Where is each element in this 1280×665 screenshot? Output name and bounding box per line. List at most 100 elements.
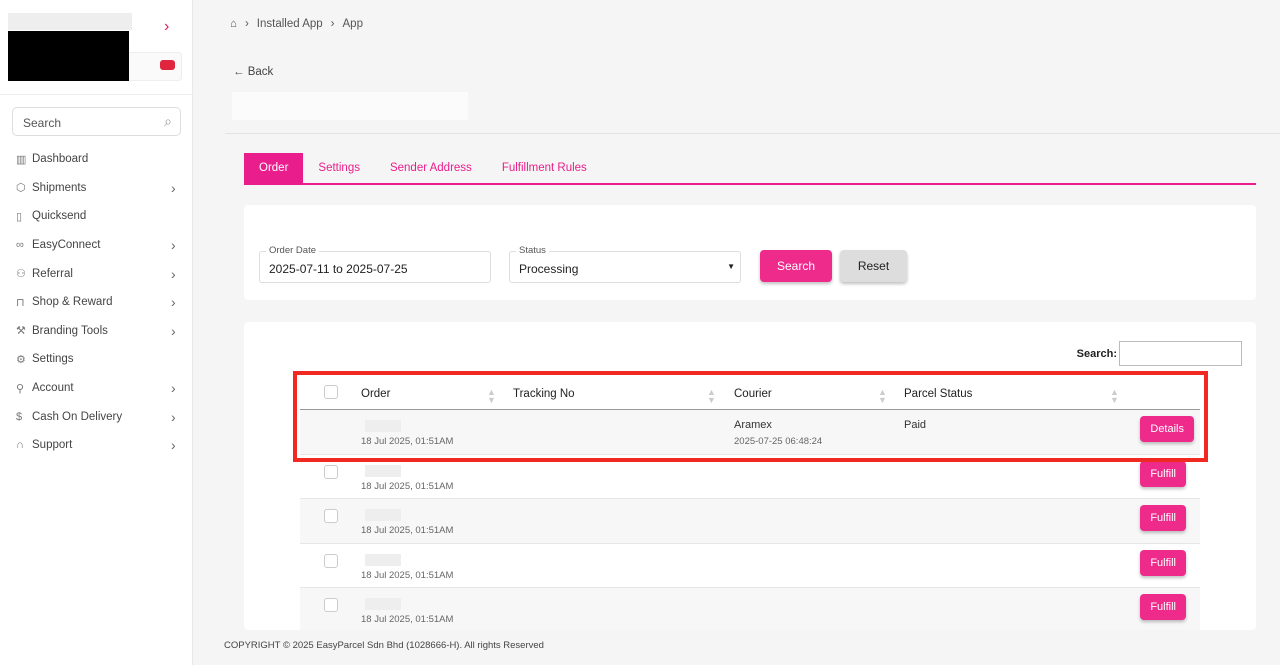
- footer: COPYRIGHT © 2025 EasyParcel Sdn Bhd (102…: [224, 640, 544, 651]
- sidebar-item-label: Shipments: [32, 181, 87, 194]
- quicksend-icon: ▯: [16, 210, 23, 223]
- orders-card: Search: Order ▲ ▼ Tracking No ▲ ▼ Courier ▲ ▼ …: [244, 322, 1256, 630]
- sidebar-item-label: Settings: [32, 353, 74, 366]
- fulfill-button[interactable]: Fulfill: [1140, 594, 1186, 620]
- chevron-right-icon[interactable]: ›: [171, 266, 193, 282]
- tabs: Order Settings Sender Address Fulfillmen…: [244, 153, 1256, 185]
- status-value: Processing: [519, 262, 579, 276]
- home-icon[interactable]: ⌂: [230, 18, 237, 30]
- chevron-right-icon[interactable]: ›: [171, 437, 193, 453]
- search-placeholder: Search: [23, 116, 62, 130]
- order-date-label: Order Date: [266, 245, 319, 256]
- fulfill-button[interactable]: Fulfill: [1140, 549, 1186, 576]
- row-checkbox[interactable]: [324, 598, 338, 612]
- breadcrumb-installed-app[interactable]: Installed App: [257, 18, 323, 30]
- app-header-placeholder: [232, 92, 468, 120]
- chevron-right-icon[interactable]: ›: [171, 323, 193, 339]
- sidebar-item-shop-reward[interactable]: ⊓ Shop & Reward ›: [0, 288, 193, 317]
- chevron-icon: ›: [330, 18, 335, 30]
- row-checkbox[interactable]: [324, 553, 338, 568]
- breadcrumb: ⌂ › Installed App › App: [230, 18, 371, 30]
- order-number-redacted: [365, 553, 401, 566]
- order-number-redacted: [365, 598, 401, 610]
- headset-icon: ∩: [16, 439, 24, 452]
- order-number-redacted: [365, 464, 401, 477]
- chevron-right-icon[interactable]: ›: [171, 294, 193, 310]
- sidebar-item-label: Cash On Delivery: [32, 410, 123, 423]
- order-date: 18 Jul 2025, 01:51AM: [361, 569, 454, 581]
- redacted-block: [8, 31, 129, 81]
- sidebar-item-quicksend[interactable]: ▯ Quicksend: [0, 202, 193, 231]
- sidebar: › Search ⌕ ▥ Dashboard ⬡ Shipments › ▯ Quicksen…: [0, 0, 193, 665]
- sidebar-search-input[interactable]: Search ⌕: [12, 107, 181, 136]
- sidebar-item-referral[interactable]: ⚇ Referral ›: [0, 259, 193, 288]
- tab-sender-address[interactable]: Sender Address: [375, 153, 487, 183]
- table-search: Search:: [1077, 341, 1242, 366]
- sidebar-item-dashboard[interactable]: ▥ Dashboard: [0, 145, 193, 174]
- table-row: 18 Jul 2025, 01:51AM Fulfill: [300, 499, 1200, 544]
- reset-button[interactable]: Reset: [840, 250, 907, 282]
- caret-down-icon: ▼: [727, 262, 735, 271]
- gear-icon: ⚙: [16, 353, 26, 366]
- divider: [0, 94, 193, 95]
- search-button[interactable]: Search: [760, 250, 832, 282]
- sidebar-item-support[interactable]: ∩ Support ›: [0, 431, 193, 460]
- sidebar-item-label: EasyConnect: [32, 239, 101, 252]
- arrow-left-icon: ←: [233, 66, 245, 78]
- user-plus-icon: ⚇: [16, 268, 26, 281]
- sidebar-item-branding-tools[interactable]: ⚒ Branding Tools ›: [0, 317, 193, 346]
- row-checkbox[interactable]: [324, 464, 338, 479]
- chevron-icon: ›: [244, 18, 249, 30]
- sidebar-item-label: Support: [32, 439, 73, 452]
- back-label: Back: [247, 66, 274, 78]
- order-date: 18 Jul 2025, 01:51AM: [361, 480, 454, 492]
- sidebar-nav: ▥ Dashboard ⬡ Shipments › ▯ Quicksend ∞ EasyConn…: [0, 145, 193, 460]
- chart-icon: ▥: [16, 153, 27, 166]
- account-name-redacted: [8, 13, 132, 30]
- back-link[interactable]: ← Back: [233, 66, 273, 78]
- divider: [225, 133, 1280, 134]
- breadcrumb-app: App: [342, 18, 363, 30]
- link-icon: ∞: [16, 239, 24, 252]
- chevron-right-icon[interactable]: ›: [164, 18, 169, 36]
- dollar-icon: $: [16, 410, 23, 423]
- tab-order[interactable]: Order: [244, 153, 304, 183]
- sidebar-item-label: Shop & Reward: [32, 296, 113, 309]
- wrench-icon: ⚒: [16, 325, 26, 338]
- chevron-right-icon[interactable]: ›: [171, 180, 193, 196]
- table-row: 18 Jul 2025, 01:51AM Fulfill: [300, 544, 1200, 588]
- order-number-redacted: [365, 509, 401, 521]
- sidebar-item-cash-on-delivery[interactable]: $ Cash On Delivery ›: [0, 402, 193, 431]
- table-search-input[interactable]: [1119, 341, 1242, 366]
- sidebar-item-label: Dashboard: [32, 153, 89, 166]
- filter-card: Order Date 2025-07-11 to 2025-07-25 Statu…: [244, 205, 1256, 300]
- sidebar-item-label: Referral: [32, 267, 73, 280]
- chevron-right-icon[interactable]: ›: [171, 237, 193, 253]
- fulfill-button[interactable]: Fulfill: [1140, 505, 1186, 531]
- chevron-right-icon[interactable]: ›: [171, 380, 193, 396]
- sidebar-item-account[interactable]: ⚲ Account ›: [0, 374, 193, 403]
- row-checkbox[interactable]: [324, 509, 338, 523]
- highlight-box: [293, 371, 1208, 462]
- user-icon: ⚲: [16, 382, 25, 395]
- table-row: 18 Jul 2025, 01:51AM Fulfill: [300, 588, 1200, 630]
- box-icon: ⬡: [16, 182, 26, 195]
- sidebar-item-easyconnect[interactable]: ∞ EasyConnect ›: [0, 231, 193, 260]
- order-date: 18 Jul 2025, 01:51AM: [361, 525, 454, 536]
- singapore-flag-icon: [160, 60, 175, 70]
- tab-settings[interactable]: Settings: [303, 153, 375, 183]
- status-select[interactable]: Status Processing ▼: [509, 245, 741, 283]
- chevron-right-icon[interactable]: ›: [171, 409, 193, 425]
- sidebar-item-shipments[interactable]: ⬡ Shipments ›: [0, 174, 193, 203]
- order-date: 18 Jul 2025, 01:51AM: [361, 614, 454, 625]
- sidebar-item-label: Branding Tools: [32, 324, 108, 337]
- fulfill-button[interactable]: Fulfill: [1140, 460, 1186, 487]
- sidebar-item-settings[interactable]: ⚙ Settings: [0, 345, 193, 374]
- table-search-label: Search:: [1076, 347, 1117, 360]
- search-icon: ⌕: [164, 113, 172, 129]
- status-label: Status: [516, 245, 549, 256]
- sidebar-item-label: Account: [32, 382, 74, 395]
- sidebar-item-label: Quicksend: [32, 210, 87, 223]
- order-date-field[interactable]: Order Date 2025-07-11 to 2025-07-25: [259, 245, 491, 283]
- tab-fulfillment-rules[interactable]: Fulfillment Rules: [487, 153, 602, 183]
